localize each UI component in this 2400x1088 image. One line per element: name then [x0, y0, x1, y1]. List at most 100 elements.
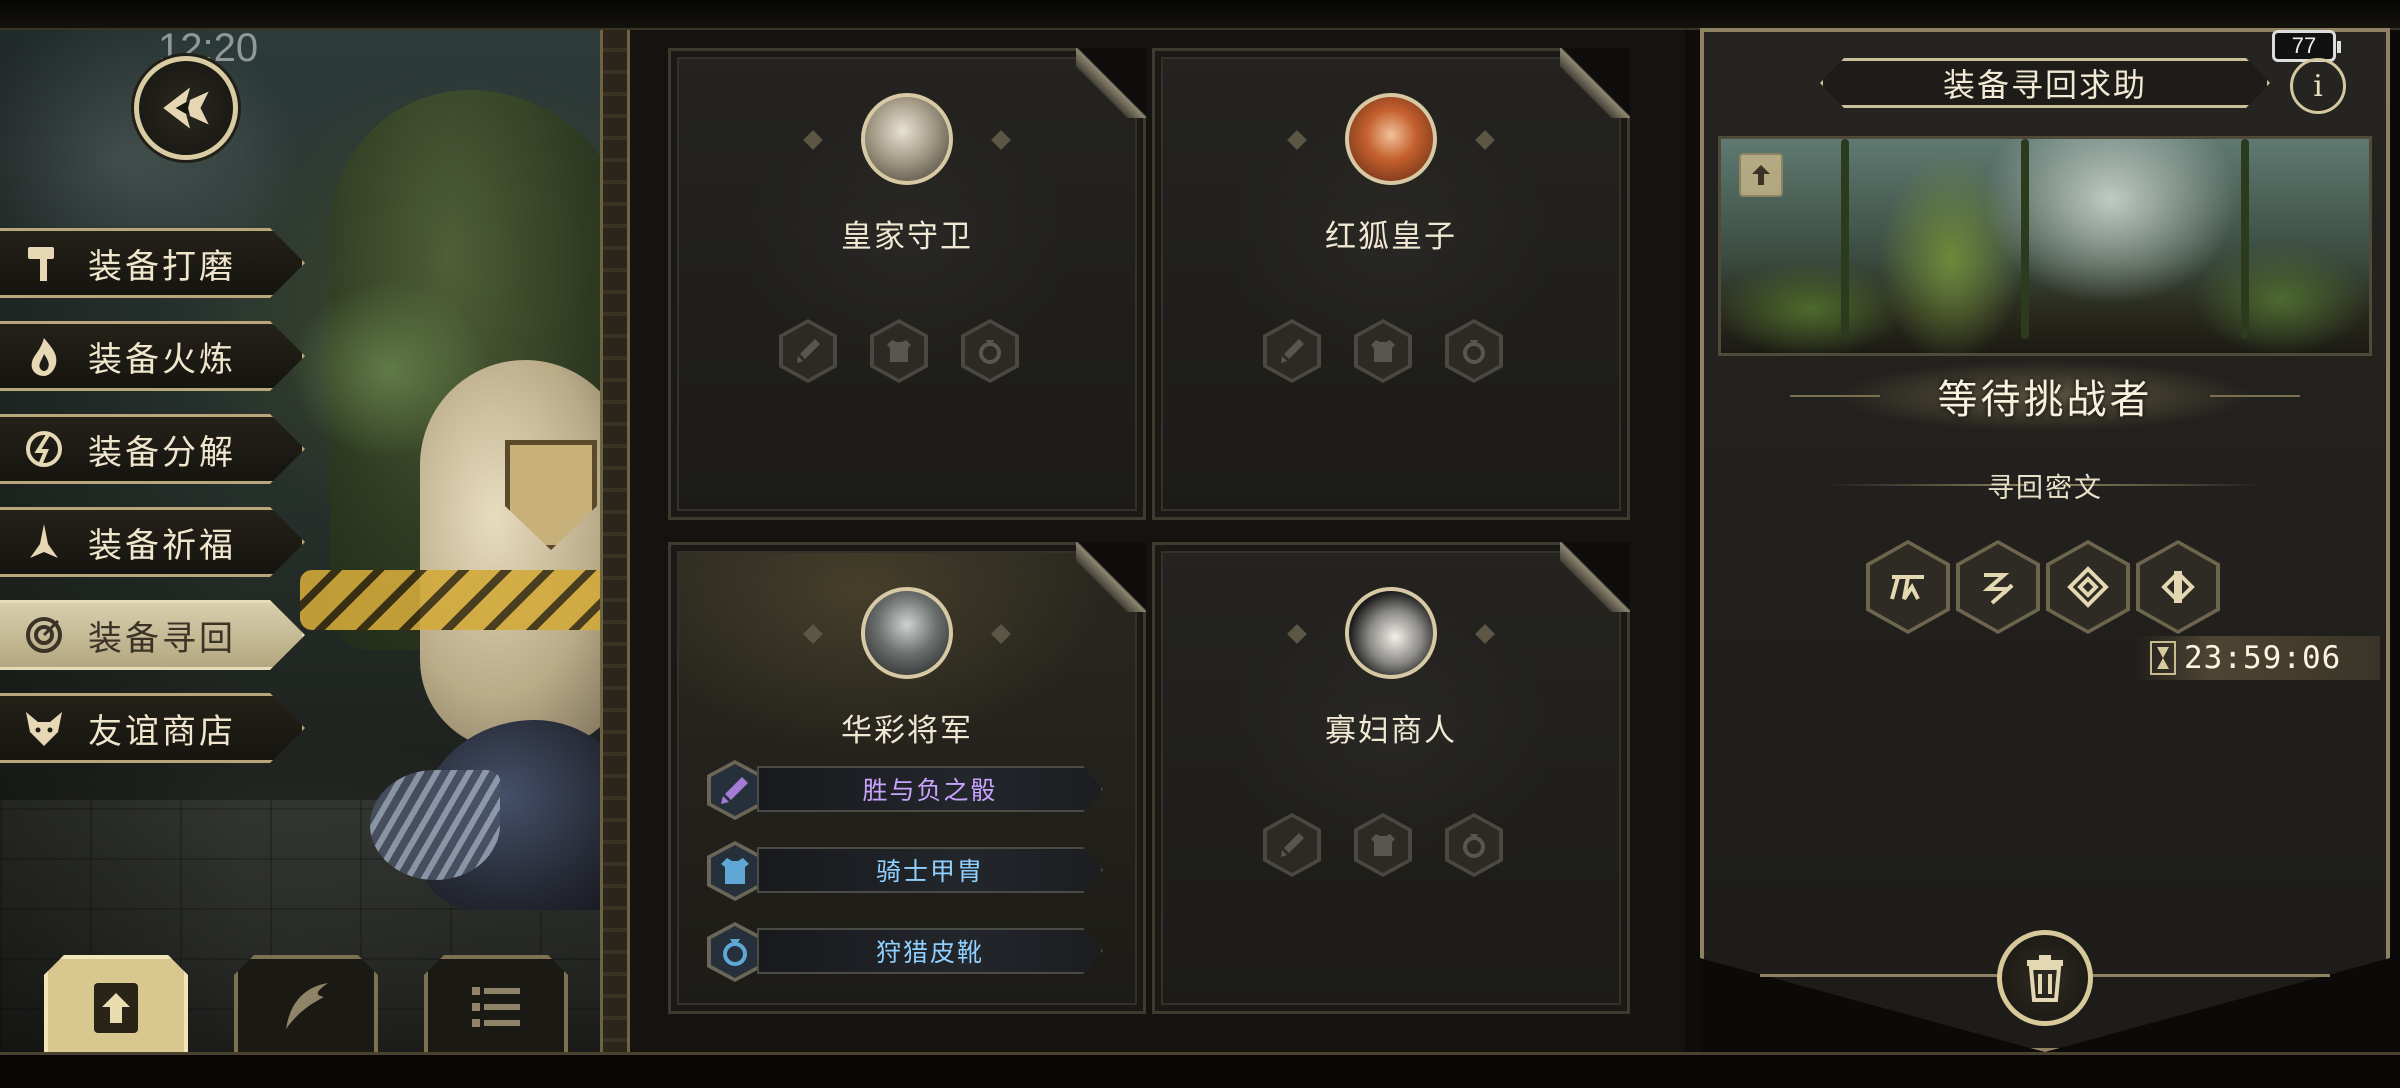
equipment-item[interactable]: 骑士甲胄	[707, 841, 1103, 901]
item-icon-frame	[707, 841, 763, 901]
card-ornament	[991, 130, 1011, 150]
ring-icon	[1463, 834, 1485, 858]
right-divider	[1685, 30, 1701, 1052]
rune-code	[1866, 540, 2220, 634]
top-rim	[0, 0, 2400, 30]
rune-1-icon	[1890, 575, 1924, 601]
challenger-card[interactable]: 华彩将军 胜与负之骰 骑士甲胄 狩猎皮靴	[668, 542, 1146, 1014]
upload-icon	[1752, 165, 1770, 185]
menu-item-polish[interactable]: 装备打磨	[0, 228, 305, 298]
back-arrow-icon	[163, 87, 209, 129]
menu-item-bless[interactable]: 装备祈福	[0, 507, 305, 577]
stage-vine	[2241, 139, 2249, 339]
armor-slot[interactable]	[870, 319, 928, 383]
rune-4-icon	[2161, 571, 2195, 603]
sword-icon	[1281, 833, 1304, 857]
item-icon-frame	[707, 760, 763, 820]
flame-icon	[0, 334, 88, 378]
back-button[interactable]	[134, 56, 238, 160]
discard-button[interactable]	[1997, 930, 2093, 1026]
item-name: 狩猎皮靴	[757, 928, 1103, 974]
rune-slot[interactable]	[1956, 540, 2040, 634]
avatar	[861, 587, 953, 679]
tab-list[interactable]	[424, 955, 568, 1059]
challenger-name: 红狐皇子	[1325, 219, 1457, 255]
timer-value: 23:59:06	[2184, 640, 2342, 676]
help-panel-title: 装备寻回求助	[1820, 58, 2270, 108]
card-corner	[1076, 48, 1146, 118]
rune-slot[interactable]	[2136, 540, 2220, 634]
card-ornament	[1287, 624, 1307, 644]
item-icon-frame	[707, 922, 763, 982]
challenger-name: 皇家守卫	[841, 219, 973, 255]
card-corner	[1560, 542, 1630, 612]
weapon-slot[interactable]	[1263, 319, 1321, 383]
upload-icon	[94, 983, 138, 1033]
hourglass-icon	[2150, 641, 2176, 675]
quill-icon	[286, 983, 328, 1029]
panel-base-line	[2090, 974, 2330, 977]
accessory-slot[interactable]	[1445, 319, 1503, 383]
card-ornament	[1475, 624, 1495, 644]
status-banner: 等待挑战者	[1790, 358, 2300, 434]
decompose-icon	[0, 427, 88, 471]
tab-quill[interactable]	[234, 955, 378, 1059]
stage-vine	[2021, 139, 2029, 339]
item-name: 胜与负之骰	[757, 766, 1103, 812]
ring-icon	[1463, 340, 1485, 364]
card-corner	[1560, 48, 1630, 118]
fox-icon	[0, 706, 88, 750]
sword-icon	[797, 339, 820, 363]
status-text: 等待挑战者	[1937, 377, 2153, 423]
card-ornament	[803, 624, 823, 644]
weapon-slot[interactable]	[1263, 813, 1321, 877]
equipment-slots	[1263, 813, 1503, 877]
card-ornament	[1475, 130, 1495, 150]
equipment-slots	[1263, 319, 1503, 383]
armor-slot[interactable]	[1354, 319, 1412, 383]
menu-item-retrieve[interactable]: 装备寻回	[0, 600, 305, 670]
trash-icon	[2027, 955, 2063, 1002]
accessory-slot[interactable]	[961, 319, 1019, 383]
menu-item-forge[interactable]: 装备火炼	[0, 321, 305, 391]
card-ornament	[803, 130, 823, 150]
equipment-slots	[779, 319, 1019, 383]
armor-icon	[721, 858, 749, 884]
rune-slot[interactable]	[2046, 540, 2130, 634]
pray-icon	[0, 520, 88, 564]
menu-item-decompose[interactable]: 装备分解	[0, 414, 305, 484]
hammer-icon	[0, 241, 88, 285]
stage-vine	[1841, 139, 1849, 339]
sword-icon	[1281, 339, 1304, 363]
menu-item-label: 装备火炼	[88, 339, 236, 380]
ring-icon	[979, 340, 1001, 364]
rune-slot[interactable]	[1866, 540, 1950, 634]
tab-upload[interactable]	[44, 955, 188, 1059]
menu-item-label: 装备祈福	[88, 525, 236, 566]
challenger-card[interactable]: 皇家守卫	[668, 48, 1146, 520]
armor-icon	[1371, 340, 1395, 362]
equipment-item[interactable]: 胜与负之骰	[707, 760, 1103, 820]
avatar	[1345, 93, 1437, 185]
bottom-rim	[0, 1052, 2400, 1088]
armor-icon	[887, 340, 911, 362]
armor-slot[interactable]	[1354, 813, 1412, 877]
list-icon	[472, 987, 520, 1027]
challenger-card[interactable]: 寡妇商人	[1152, 542, 1630, 1014]
item-name: 骑士甲胄	[757, 847, 1103, 893]
ring-icon	[723, 939, 747, 966]
stage-preview	[1718, 136, 2372, 356]
share-button[interactable]	[1739, 153, 1783, 197]
menu-item-label: 装备寻回	[88, 618, 236, 659]
challenger-name: 华彩将军	[841, 713, 973, 749]
info-button[interactable]: i	[2290, 58, 2346, 114]
weapon-slot[interactable]	[779, 319, 837, 383]
retrieve-icon	[0, 613, 88, 657]
menu-item-label: 友谊商店	[88, 711, 236, 752]
armor-icon	[1371, 834, 1395, 856]
challenger-card[interactable]: 红狐皇子	[1152, 48, 1630, 520]
menu-item-friend-shop[interactable]: 友谊商店	[0, 693, 305, 763]
equipment-item[interactable]: 狩猎皮靴	[707, 922, 1103, 982]
accessory-slot[interactable]	[1445, 813, 1503, 877]
rune-3-icon	[2067, 566, 2109, 608]
